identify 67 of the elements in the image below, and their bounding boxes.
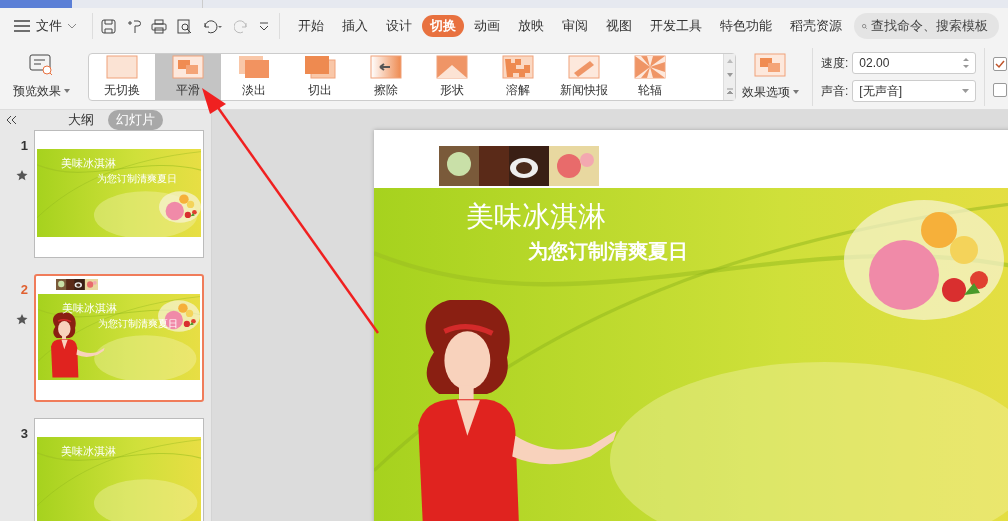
checkbox[interactable] — [993, 82, 1008, 97]
preview-icon — [29, 53, 53, 76]
expand-icon[interactable] — [726, 88, 733, 95]
smooth-effect-icon — [754, 52, 786, 77]
caret-icon — [792, 89, 799, 94]
scroll-up-icon[interactable] — [726, 58, 733, 63]
print-preview-icon[interactable] — [177, 18, 192, 34]
shape-effect-icon — [436, 54, 468, 79]
ribbon-tab[interactable]: 插入 — [334, 15, 376, 37]
ribbon-tab[interactable]: 审阅 — [554, 15, 596, 37]
spinner-arrows-icon[interactable] — [963, 56, 970, 69]
ribbon-tab[interactable]: 设计 — [378, 15, 420, 37]
slide-number: 1 — [20, 137, 28, 155]
slide-title: 美味冰淇淋 — [466, 200, 606, 234]
transition-effect[interactable]: 平滑 — [155, 53, 221, 100]
slide-title: 美味冰淇淋 — [61, 156, 116, 171]
transition-effect[interactable]: 新闻快报 — [551, 53, 617, 100]
ribbon-tab[interactable]: 开发工具 — [642, 15, 710, 37]
ribbon-tab[interactable]: 开始 — [290, 15, 332, 37]
ribbon-tab[interactable]: 特色功能 — [712, 15, 780, 37]
spoke-effect-icon — [634, 54, 666, 79]
search-field[interactable]: 查找命令、搜索模板 — [854, 13, 999, 39]
transition-effect[interactable]: 切出 — [287, 53, 353, 100]
transition-effect[interactable]: 无切换 — [89, 53, 155, 100]
redo-icon[interactable] — [234, 18, 249, 34]
wipe-effect-icon — [370, 54, 402, 79]
slide-subtitle: 为您订制清爽夏日 — [97, 172, 177, 186]
slide-number: 3 — [20, 425, 28, 443]
effect-options-button[interactable]: 效果选项 — [736, 52, 804, 101]
sound-label: 声音: — [821, 82, 849, 100]
menu-icon — [14, 20, 30, 32]
news-effect-icon — [568, 54, 600, 79]
save-icon[interactable] — [101, 18, 116, 34]
collapse-icon[interactable] — [6, 115, 18, 125]
undo-icon[interactable] — [202, 18, 224, 34]
ribbon-tab[interactable]: 视图 — [598, 15, 640, 37]
ribbon-tab[interactable]: 稻壳资源 — [782, 15, 850, 37]
slide-title: 美味冰淇淋 — [62, 301, 117, 316]
checkbox[interactable] — [993, 56, 1008, 71]
none-effect-icon — [106, 54, 138, 79]
fade-effect-icon — [238, 54, 270, 79]
caret-icon — [68, 23, 76, 29]
ribbon-tab[interactable]: 放映 — [510, 15, 552, 37]
transition-effect[interactable]: 淡出 — [221, 53, 287, 100]
smooth-effect-icon — [172, 54, 204, 79]
panel-tab[interactable]: 大纲 — [60, 110, 102, 130]
print-icon[interactable] — [151, 18, 167, 34]
slide-number: 2 — [20, 281, 28, 299]
preview-effect-button[interactable]: 预览效果 — [0, 53, 82, 100]
slide-subtitle: 为您订制清爽夏日 — [528, 239, 688, 264]
file-menu[interactable]: 文件 — [14, 16, 84, 36]
transition-effect[interactable]: 形状 — [419, 53, 485, 100]
speed-spinner[interactable]: 02.00 — [852, 51, 977, 74]
speed-label: 速度: — [821, 54, 849, 72]
slide-subtitle: 为您订制清爽夏日 — [98, 317, 178, 331]
caret-icon — [63, 88, 70, 93]
transition-effect[interactable]: 轮辐 — [617, 53, 683, 100]
slide-title: 美味冰淇淋 — [61, 444, 116, 459]
scroll-down-icon[interactable] — [726, 73, 733, 78]
transition-effect[interactable]: 擦除 — [353, 53, 419, 100]
cut-effect-icon — [304, 54, 336, 79]
dissolve-effect-icon — [502, 54, 534, 79]
sound-dropdown[interactable]: [无声音] — [852, 79, 977, 102]
dropdown-icon[interactable] — [259, 21, 269, 31]
caret-icon — [962, 88, 970, 93]
transition-effect[interactable]: 溶解 — [485, 53, 551, 100]
ribbon-tab[interactable]: 动画 — [466, 15, 508, 37]
